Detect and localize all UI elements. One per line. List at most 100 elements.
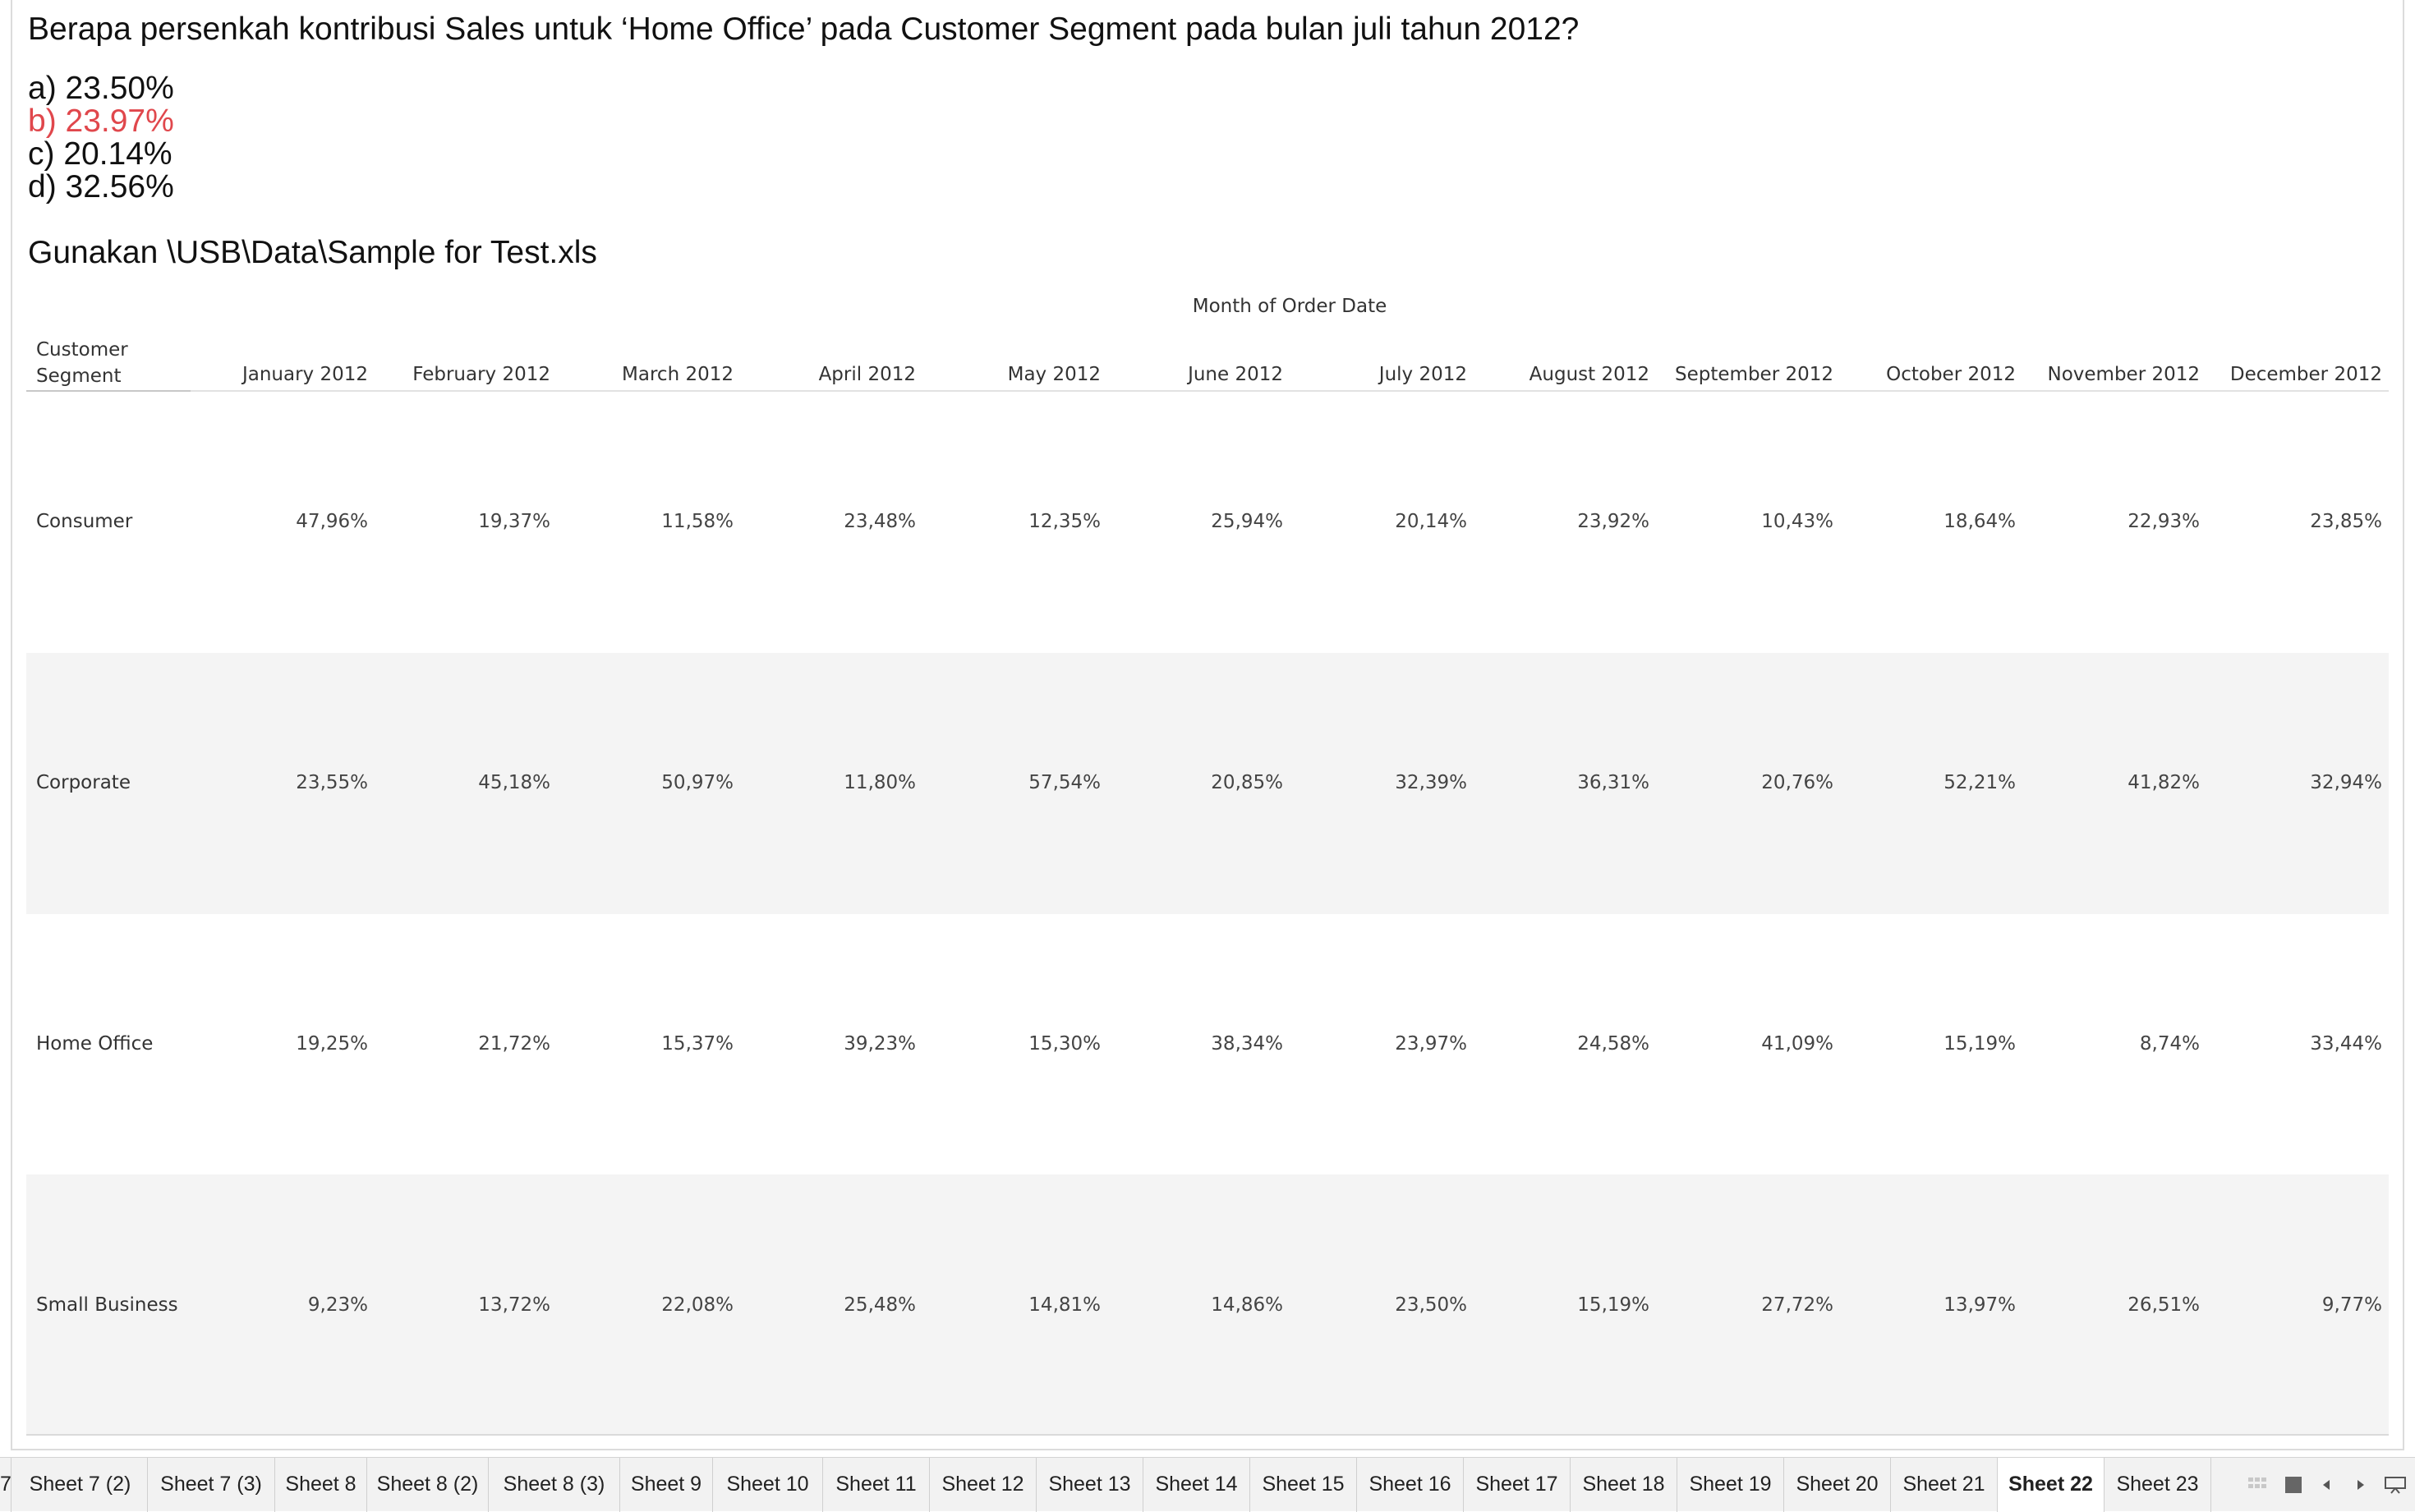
table-cell[interactable]: 10,43%: [1661, 511, 1833, 532]
row-label-segment[interactable]: Small Business: [36, 1294, 178, 1316]
table-cell[interactable]: 19,25%: [196, 1033, 368, 1055]
month-header[interactable]: March 2012: [561, 364, 734, 385]
table-cell[interactable]: 23,48%: [743, 511, 916, 532]
sheet-tab[interactable]: Sheet 22: [1998, 1458, 2104, 1512]
table-cell[interactable]: 18,64%: [1843, 511, 2016, 532]
filmstrip-view-icon[interactable]: [2242, 1457, 2272, 1511]
table-cell[interactable]: 23,50%: [1295, 1294, 1467, 1316]
month-header[interactable]: November 2012: [2027, 364, 2201, 385]
table-cell[interactable]: 57,54%: [928, 772, 1101, 793]
instruction-text: Gunakan \USB\Data\Sample for Test.xls: [28, 235, 597, 270]
sheet-tab[interactable]: Sheet 18: [1571, 1458, 1677, 1512]
table-cell[interactable]: 11,80%: [743, 772, 916, 793]
table-cell[interactable]: 11,58%: [561, 511, 734, 532]
table-cell[interactable]: 13,97%: [1843, 1294, 2016, 1316]
option-d: d) 32.56%: [28, 169, 174, 205]
sheet-tab[interactable]: Sheet 14: [1143, 1458, 1250, 1512]
table-cell[interactable]: 14,86%: [1111, 1294, 1283, 1316]
sheet-tab[interactable]: Sheet 15: [1250, 1458, 1357, 1512]
table-cell[interactable]: 32,94%: [2210, 772, 2382, 793]
sheet-tab[interactable]: Sheet 17: [1464, 1458, 1571, 1512]
sheet-tab[interactable]: Sheet 9: [620, 1458, 713, 1512]
table-cell[interactable]: 19,37%: [378, 511, 550, 532]
table-cell[interactable]: 39,23%: [743, 1033, 916, 1055]
table-cell[interactable]: 25,94%: [1111, 511, 1283, 532]
sheet-tab[interactable]: Sheet 16: [1357, 1458, 1464, 1512]
table-cell[interactable]: 25,48%: [743, 1294, 916, 1316]
table-cell[interactable]: 15,37%: [561, 1033, 734, 1055]
sheet-tab[interactable]: Sheet 7 (3): [148, 1458, 275, 1512]
answer-options: a) 23.50% b) 23.97% c) 20.14% d) 32.56%: [28, 72, 174, 204]
sheet-tab[interactable]: Sheet 8 (2): [367, 1458, 489, 1512]
sheet-tab-bar: 7 Sheet 7 (2) Sheet 7 (3) Sheet 8 Sheet 8 (…: [0, 1457, 2415, 1512]
table-cell[interactable]: 33,44%: [2210, 1033, 2382, 1055]
sheet-tab[interactable]: Sheet 23: [2104, 1458, 2211, 1512]
sheet-tab-partial[interactable]: 7: [0, 1458, 12, 1512]
sheet-tab[interactable]: Sheet 12: [930, 1458, 1037, 1512]
month-header[interactable]: October 2012: [1843, 364, 2016, 385]
sheet-tab[interactable]: Sheet 8: [275, 1458, 367, 1512]
table-cell[interactable]: 23,92%: [1477, 511, 1649, 532]
month-header[interactable]: May 2012: [928, 364, 1101, 385]
table-cell[interactable]: 36,31%: [1477, 772, 1649, 793]
row-header-line2: Segment: [36, 365, 122, 387]
table-cell[interactable]: 20,85%: [1111, 772, 1283, 793]
table-cell[interactable]: 45,18%: [378, 772, 550, 793]
presentation-mode-icon[interactable]: [2380, 1457, 2410, 1511]
sheet-tab[interactable]: Sheet 20: [1784, 1458, 1891, 1512]
table-cell[interactable]: 24,58%: [1477, 1033, 1649, 1055]
table-cell[interactable]: 50,97%: [561, 772, 734, 793]
scroll-right-icon[interactable]: [2349, 1457, 2372, 1511]
sheet-tab[interactable]: Sheet 10: [713, 1458, 823, 1512]
table-bottom-divider: [26, 1434, 2389, 1436]
month-header[interactable]: September 2012: [1661, 364, 1833, 385]
table-cell[interactable]: 32,39%: [1295, 772, 1467, 793]
tab-view-icon[interactable]: [2279, 1457, 2308, 1511]
table-cell[interactable]: 26,51%: [2027, 1294, 2200, 1316]
sheet-tab[interactable]: Sheet 8 (3): [489, 1458, 620, 1512]
table-cell[interactable]: 41,82%: [2027, 772, 2200, 793]
month-header[interactable]: July 2012: [1295, 364, 1467, 385]
table-cell[interactable]: 22,08%: [561, 1294, 734, 1316]
table-cell[interactable]: 9,23%: [196, 1294, 368, 1316]
table-cell[interactable]: 14,81%: [928, 1294, 1101, 1316]
row-label-segment[interactable]: Home Office: [36, 1033, 153, 1055]
row-label-segment[interactable]: Consumer: [36, 511, 132, 532]
month-header[interactable]: June 2012: [1111, 364, 1283, 385]
table-cell[interactable]: 47,96%: [196, 511, 368, 532]
month-header[interactable]: December 2012: [2210, 364, 2382, 385]
row-label-segment[interactable]: Corporate: [36, 772, 131, 793]
table-cell[interactable]: 15,30%: [928, 1033, 1101, 1055]
sheet-tab[interactable]: Sheet 21: [1891, 1458, 1998, 1512]
table-cell[interactable]: 22,93%: [2027, 511, 2200, 532]
sheet-tab[interactable]: Sheet 19: [1677, 1458, 1784, 1512]
table-cell[interactable]: 12,35%: [928, 511, 1101, 532]
table-cell[interactable]: 20,76%: [1661, 772, 1833, 793]
table-cell[interactable]: 41,09%: [1661, 1033, 1833, 1055]
question-text: Berapa persenkah kontribusi Sales untuk …: [28, 11, 1580, 47]
scroll-left-icon[interactable]: [2315, 1457, 2338, 1511]
table-cell[interactable]: 52,21%: [1843, 772, 2016, 793]
month-header[interactable]: August 2012: [1477, 364, 1649, 385]
table-cell[interactable]: 20,14%: [1295, 511, 1467, 532]
table-cell[interactable]: 23,85%: [2210, 511, 2382, 532]
sheet-tab[interactable]: Sheet 11: [823, 1458, 930, 1512]
table-cell[interactable]: 27,72%: [1661, 1294, 1833, 1316]
column-group-title: Month of Order Date: [1192, 296, 1387, 317]
table-cell[interactable]: 23,55%: [196, 772, 368, 793]
sheet-tab[interactable]: Sheet 7 (2): [13, 1458, 148, 1512]
table-cell[interactable]: 23,97%: [1295, 1033, 1467, 1055]
month-header[interactable]: January 2012: [196, 364, 368, 385]
sheet-tab[interactable]: Sheet 13: [1037, 1458, 1143, 1512]
table-cell[interactable]: 8,74%: [2027, 1033, 2200, 1055]
table-cell[interactable]: 15,19%: [1843, 1033, 2016, 1055]
table-cell[interactable]: 13,72%: [378, 1294, 550, 1316]
table-cell[interactable]: 38,34%: [1111, 1033, 1283, 1055]
table-cell[interactable]: 21,72%: [378, 1033, 550, 1055]
month-header[interactable]: April 2012: [743, 364, 916, 385]
month-header[interactable]: February 2012: [378, 364, 550, 385]
row-header-title: Customer Segment: [36, 337, 184, 389]
table-cell[interactable]: 15,19%: [1477, 1294, 1649, 1316]
table-cell[interactable]: 9,77%: [2210, 1294, 2382, 1316]
option-b-correct: b) 23.97%: [28, 103, 174, 139]
